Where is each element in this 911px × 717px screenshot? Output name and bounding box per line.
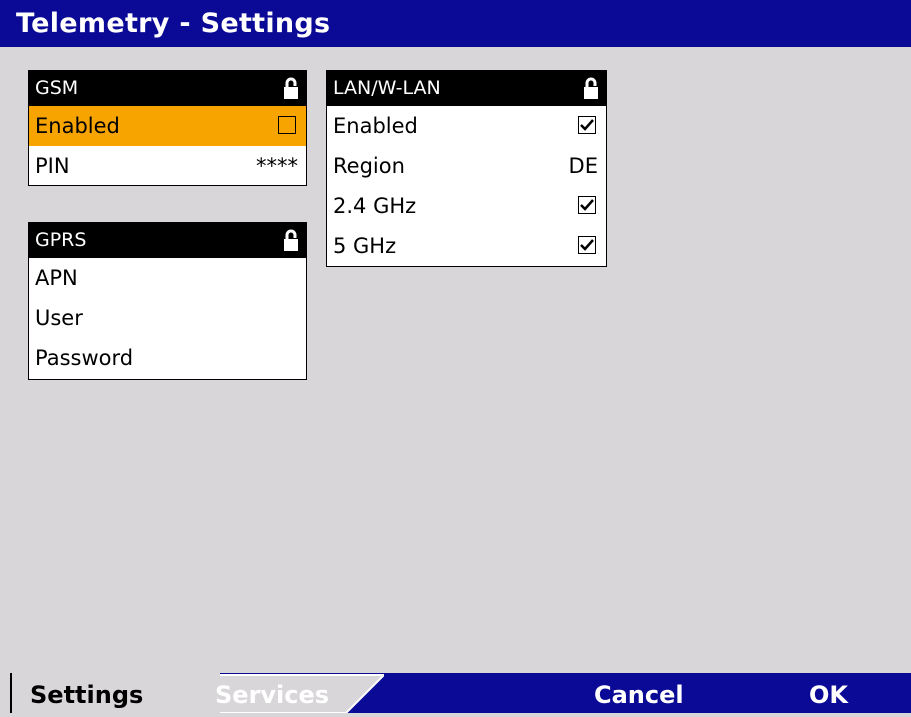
lan-header-label: LAN/W-LAN — [333, 77, 441, 99]
gprs-panel: GPRS APN User Password — [28, 222, 307, 380]
lan-panel: LAN/W-LAN Enabled Region DE 2.4 GHz 5 GH… — [326, 70, 607, 267]
check-icon — [580, 119, 594, 131]
gsm-pin-value: **** — [256, 154, 298, 178]
lan-enabled-row[interactable]: Enabled — [327, 106, 606, 146]
lan-header: LAN/W-LAN — [327, 71, 606, 106]
window-title: Telemetry - Settings — [0, 0, 911, 47]
lan-24ghz-label: 2.4 GHz — [333, 194, 417, 218]
gsm-header-label: GSM — [35, 77, 79, 99]
lan-enabled-checkbox[interactable] — [578, 116, 596, 134]
lan-24ghz-row[interactable]: 2.4 GHz — [327, 186, 606, 226]
tab-settings[interactable]: Settings — [10, 673, 220, 713]
gsm-enabled-label: Enabled — [35, 114, 120, 138]
bottom-bar: Settings Services Cancel OK — [0, 673, 911, 713]
gprs-user-label: User — [35, 306, 83, 330]
gsm-pin-row[interactable]: PIN **** — [29, 146, 306, 186]
gsm-header: GSM — [29, 71, 306, 106]
gprs-apn-row[interactable]: APN — [29, 258, 306, 298]
gsm-pin-label: PIN — [35, 154, 70, 178]
lan-5ghz-checkbox[interactable] — [578, 236, 596, 254]
lan-region-value: DE — [568, 154, 598, 178]
tab-services[interactable]: Services — [215, 673, 329, 713]
gprs-password-row[interactable]: Password — [29, 338, 306, 378]
lan-region-row[interactable]: Region DE — [327, 146, 606, 186]
ok-button[interactable]: OK — [809, 673, 848, 713]
cancel-button[interactable]: Cancel — [594, 673, 684, 713]
lan-5ghz-label: 5 GHz — [333, 234, 397, 258]
lock-icon — [584, 77, 598, 99]
gprs-header-label: GPRS — [35, 229, 87, 251]
lock-icon — [284, 229, 298, 251]
gprs-header: GPRS — [29, 223, 306, 258]
lan-enabled-label: Enabled — [333, 114, 418, 138]
gprs-password-label: Password — [35, 346, 134, 370]
lan-5ghz-row[interactable]: 5 GHz — [327, 226, 606, 266]
lock-icon — [284, 77, 298, 99]
lan-region-label: Region — [333, 154, 405, 178]
lan-24ghz-checkbox[interactable] — [578, 196, 596, 214]
gprs-apn-label: APN — [35, 266, 78, 290]
gprs-user-row[interactable]: User — [29, 298, 306, 338]
check-icon — [580, 239, 594, 251]
gsm-enabled-checkbox[interactable] — [278, 116, 296, 134]
gsm-panel: GSM Enabled PIN **** — [28, 70, 307, 186]
check-icon — [580, 199, 594, 211]
gsm-enabled-row[interactable]: Enabled — [29, 106, 306, 146]
